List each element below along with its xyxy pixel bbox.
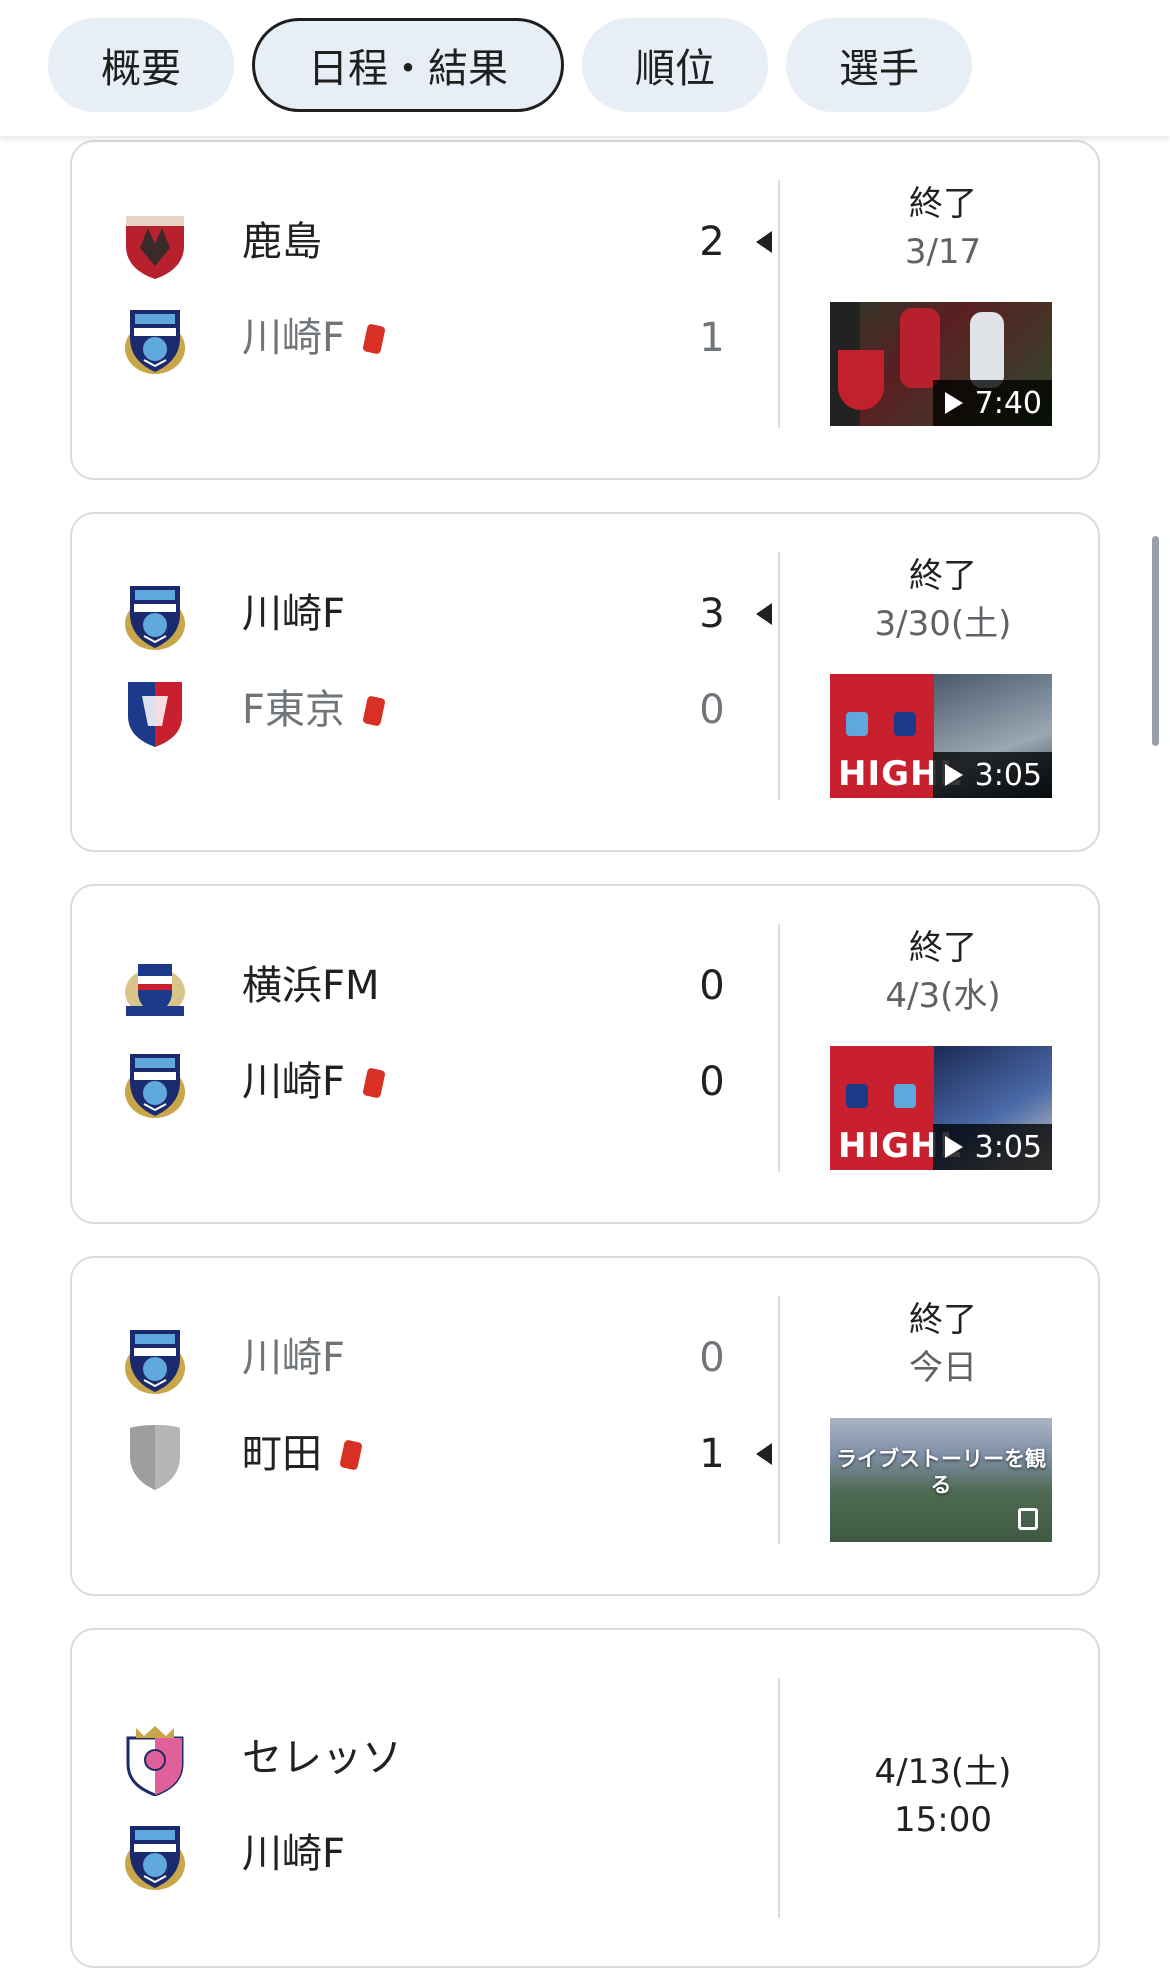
jleague-logo-icon (838, 350, 884, 410)
match-time: 15:00 (894, 1800, 992, 1840)
red-card-icon (362, 323, 386, 355)
red-card-icon (362, 1067, 386, 1099)
away-team-name: 川崎F (242, 1831, 346, 1877)
highlight-video-thumbnail[interactable]: HIGHL 3:05 (830, 1046, 1052, 1170)
yokohama-fm-crest-icon (846, 1084, 868, 1108)
match-date: 4/3(水) (885, 976, 1001, 1016)
match-date: 3/17 (904, 232, 982, 272)
tab-overview[interactable]: 概要 (48, 18, 234, 112)
home-score: 3 (699, 591, 725, 637)
winner-arrow-icon (756, 603, 772, 625)
play-icon (944, 764, 963, 786)
home-team-name: 鹿島 (242, 219, 322, 265)
live-story-label: ライブストーリーを観る (836, 1447, 1046, 1497)
match-status: 終了 (909, 928, 977, 968)
away-score: 0 (699, 687, 725, 733)
winner-arrow-icon (756, 1443, 772, 1465)
highlight-video-thumbnail[interactable]: HIGHL 3:05 (830, 674, 1052, 798)
home-score: 2 (699, 219, 725, 265)
away-score: 1 (699, 315, 725, 361)
tab-schedule-results[interactable]: 日程・結果 (252, 18, 564, 112)
kawasaki-crest-icon (846, 712, 868, 736)
kawasaki-crest-icon (124, 585, 186, 651)
play-icon (944, 1136, 963, 1158)
generic-shield-icon (130, 1425, 180, 1490)
red-card-icon (339, 1439, 363, 1471)
video-duration: 3:05 (932, 1124, 1052, 1170)
cerezo-crest-icon (126, 1726, 184, 1796)
kawasaki-crest-icon (894, 1084, 916, 1108)
divider (778, 552, 780, 800)
player-figure (900, 308, 940, 388)
player-figure (970, 312, 1004, 388)
match-date: 4/13(土) (874, 1752, 1012, 1792)
home-team-name: 横浜FM (242, 963, 380, 1009)
divider (778, 1678, 780, 1918)
home-score: 0 (699, 963, 725, 1009)
away-score: 1 (699, 1431, 725, 1477)
match-card[interactable]: 川崎F 0 町田 1 終了 今日 ライブストーリーを観る (70, 1256, 1100, 1596)
scrollbar[interactable] (1152, 536, 1159, 746)
video-duration: 7:40 (932, 380, 1052, 426)
play-icon (944, 392, 963, 414)
away-team-name: 川崎F (242, 1058, 386, 1106)
match-card[interactable]: 横浜FM 0 川崎F 0 終了 4/3(水) HIGHL 3:05 (70, 884, 1100, 1224)
tab-bar: 概要 日程・結果 順位 選手 (0, 0, 1170, 136)
kawasaki-crest-icon (124, 1053, 186, 1119)
video-duration: 3:05 (932, 752, 1052, 798)
home-team-name: 川崎F (242, 1335, 346, 1381)
highlight-video-thumbnail[interactable]: 7:40 (830, 302, 1052, 426)
winner-arrow-icon (756, 231, 772, 253)
match-card[interactable]: 川崎F 3 F東京 0 終了 3/30(土) HIGHL 3:05 (70, 512, 1100, 852)
away-score: 0 (699, 1059, 725, 1105)
match-status: 終了 (909, 556, 977, 596)
tab-players[interactable]: 選手 (786, 18, 972, 112)
match-date: 3/30(土) (874, 604, 1012, 644)
home-team-name: セレッソ (242, 1735, 402, 1781)
away-team-name: 川崎F (242, 314, 386, 362)
match-card[interactable]: セレッソ 川崎F 4/13(土) 15:00 (70, 1628, 1100, 1968)
match-status: 終了 (909, 184, 977, 224)
kashima-crest-icon (126, 216, 184, 279)
red-card-icon (362, 695, 386, 727)
live-story-thumbnail[interactable]: ライブストーリーを観る (830, 1418, 1052, 1542)
fc-tokyo-crest-icon (894, 712, 916, 736)
kawasaki-crest-icon (124, 1329, 186, 1395)
match-card[interactable]: 鹿島 2 川崎F 1 終了 3/17 7:40 (70, 140, 1100, 480)
kawasaki-crest-icon (124, 309, 186, 375)
tab-standings[interactable]: 順位 (582, 18, 768, 112)
story-icon (1018, 1508, 1038, 1530)
yokohama-fm-crest-icon (125, 964, 185, 1016)
divider (778, 924, 780, 1172)
kawasaki-crest-icon (124, 1825, 186, 1891)
fc-tokyo-crest-icon (128, 682, 182, 747)
divider (778, 180, 780, 428)
home-score: 0 (699, 1335, 725, 1381)
home-team-name: 川崎F (242, 591, 346, 637)
away-team-name: 町田 (242, 1430, 363, 1478)
match-date: 今日 (909, 1348, 977, 1388)
divider (778, 1296, 780, 1544)
away-team-name: F東京 (242, 686, 386, 734)
match-status: 終了 (909, 1300, 977, 1340)
